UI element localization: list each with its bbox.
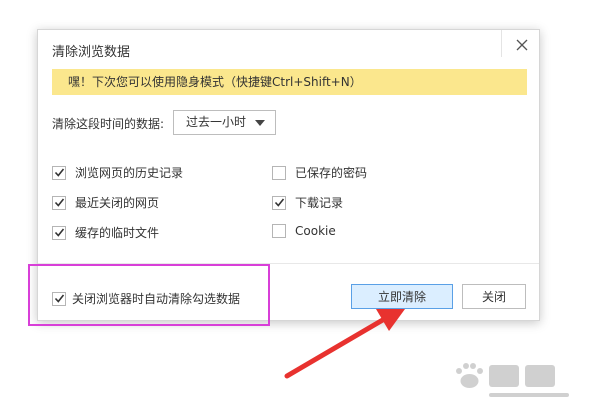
option-label: 已保存的密码 bbox=[295, 166, 368, 180]
footer-separator bbox=[38, 263, 539, 264]
close-icon bbox=[516, 39, 528, 51]
checkmark-icon bbox=[54, 168, 64, 177]
checkmark-icon bbox=[54, 228, 64, 237]
checkmark-icon bbox=[274, 198, 284, 207]
checkbox[interactable] bbox=[272, 165, 286, 180]
close-dialog-button[interactable]: 关闭 bbox=[462, 284, 526, 309]
option-history[interactable]: 浏览网页的历史记录 bbox=[52, 164, 183, 181]
dialog-title: 清除浏览数据 bbox=[52, 45, 131, 60]
close-button[interactable] bbox=[512, 35, 532, 55]
checkmark-icon bbox=[54, 198, 64, 207]
option-label: 下载记录 bbox=[295, 196, 344, 210]
clear-browsing-data-dialog: 清除浏览数据 嘿！下次您可以使用隐身模式（快捷键Ctrl+Shift+N） 清除… bbox=[37, 29, 540, 321]
checkbox[interactable] bbox=[272, 195, 286, 210]
caret-down-icon bbox=[255, 120, 265, 126]
time-range-label: 清除这段时间的数据: bbox=[52, 117, 165, 131]
auto-clear-label: 关闭浏览器时自动清除勾选数据 bbox=[72, 292, 241, 306]
checkbox[interactable] bbox=[52, 291, 66, 306]
checkbox[interactable] bbox=[52, 225, 66, 240]
option-label: 浏览网页的历史记录 bbox=[75, 166, 184, 180]
option-cache[interactable]: 缓存的临时文件 bbox=[52, 224, 159, 241]
option-downloads[interactable]: 下载记录 bbox=[272, 194, 343, 211]
option-label: 缓存的临时文件 bbox=[75, 226, 160, 240]
option-label: Cookie bbox=[295, 224, 336, 238]
watermark-logo bbox=[456, 363, 569, 397]
checkbox[interactable] bbox=[52, 165, 66, 180]
option-label: 最近关闭的网页 bbox=[75, 196, 160, 210]
option-saved-passwords[interactable]: 已保存的密码 bbox=[272, 164, 367, 181]
clear-now-button[interactable]: 立即清除 bbox=[351, 284, 453, 309]
option-cookie[interactable]: Cookie bbox=[272, 224, 336, 238]
time-range-value: 过去一小时 bbox=[186, 115, 247, 129]
title-separator bbox=[501, 30, 502, 57]
incognito-notice: 嘿！下次您可以使用隐身模式（快捷键Ctrl+Shift+N） bbox=[52, 69, 527, 95]
option-recently-closed[interactable]: 最近关闭的网页 bbox=[52, 194, 159, 211]
checkbox[interactable] bbox=[272, 224, 286, 238]
checkbox[interactable] bbox=[52, 195, 66, 210]
auto-clear-option[interactable]: 关闭浏览器时自动清除勾选数据 bbox=[52, 290, 240, 307]
checkmark-icon bbox=[54, 294, 64, 303]
time-range-select[interactable]: 过去一小时 bbox=[173, 110, 276, 135]
